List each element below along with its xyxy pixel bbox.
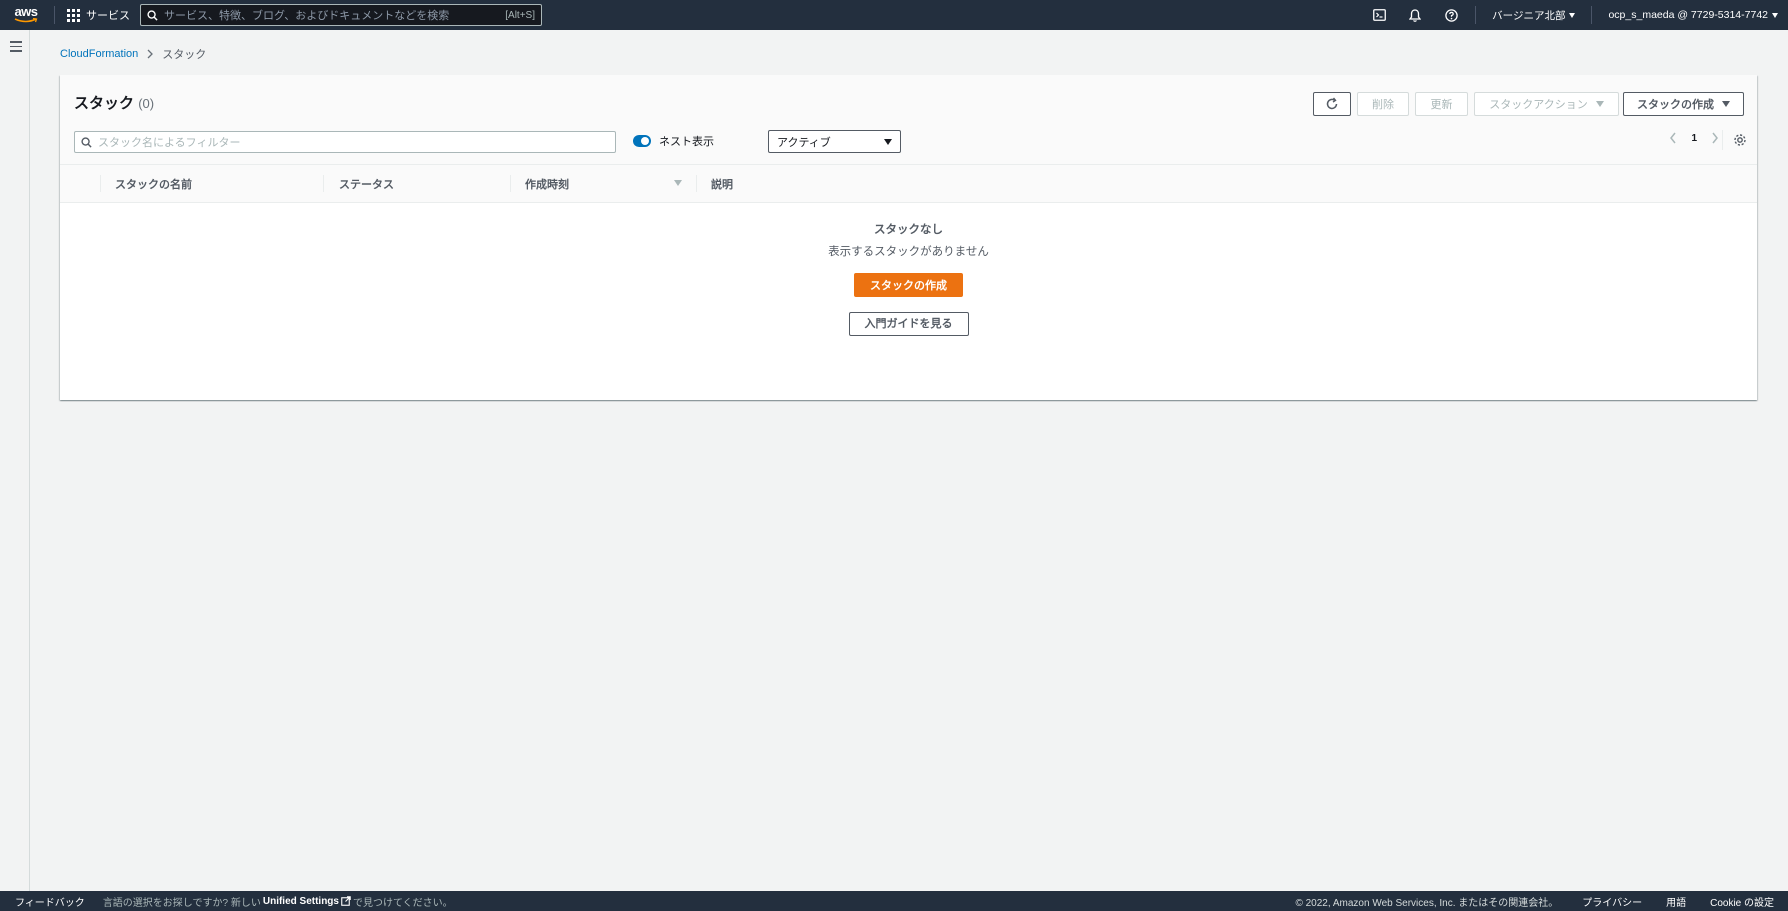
stack-filter-placeholder: スタック名によるフィルター xyxy=(98,137,241,149)
toggle-switch-icon xyxy=(633,135,651,147)
cloudshell-icon xyxy=(1372,9,1386,21)
chevron-right-icon[interactable] xyxy=(1711,132,1719,144)
top-navigation: aws サービス サービス、特徴、ブログ、およびドキュメントなどを検索 [Alt… xyxy=(0,0,1788,30)
column-divider xyxy=(696,175,697,192)
privacy-link[interactable]: プライバシー xyxy=(1582,894,1642,909)
stacks-panel-header: スタック (0) 削除 更新 スタックアクション スタックの作成 スタック名によ… xyxy=(60,75,1757,165)
refresh-button[interactable] xyxy=(1313,92,1351,116)
help-button[interactable] xyxy=(1433,0,1469,30)
notifications-button[interactable] xyxy=(1397,0,1433,30)
footer-right: © 2022, Amazon Web Services, Inc. またはその関… xyxy=(1295,891,1774,911)
column-header-label: 説明 xyxy=(711,179,733,191)
caret-down-icon xyxy=(1722,101,1730,107)
region-label: バージニア北部 xyxy=(1492,9,1566,22)
column-header-label: スタックの名前 xyxy=(115,179,192,191)
nav-divider xyxy=(54,6,55,24)
column-header-stack-name[interactable]: スタックの名前 xyxy=(115,165,192,203)
aws-logo[interactable]: aws xyxy=(4,0,48,30)
pagination: 1 xyxy=(1669,132,1719,144)
search-icon xyxy=(147,9,158,21)
language-settings-notice: 言語の選択をお探しですか? 新しい Unified Settings で見つけて… xyxy=(103,894,453,909)
cloudshell-button[interactable] xyxy=(1361,0,1397,30)
services-label: サービス xyxy=(86,10,130,22)
sort-descending-icon[interactable] xyxy=(674,180,682,186)
global-search-placeholder: サービス、特徴、ブログ、およびドキュメントなどを検索 xyxy=(164,10,450,22)
column-header-label: ステータス xyxy=(339,179,394,191)
page-footer: フィードバック 言語の選択をお探しですか? 新しい Unified Settin… xyxy=(0,891,1788,911)
language-notice-prefix: 言語の選択をお探しですか? 新しい xyxy=(102,897,261,909)
stack-actions-dropdown[interactable]: スタックアクション xyxy=(1474,92,1619,116)
stacks-count: (0) xyxy=(138,96,155,111)
menu-icon[interactable] xyxy=(10,41,22,55)
column-divider xyxy=(510,175,511,192)
caret-down-icon xyxy=(1772,12,1778,18)
delete-button-label: 削除 xyxy=(1372,99,1394,111)
caret-down-icon xyxy=(1569,12,1576,18)
stacks-title: スタック xyxy=(74,95,135,112)
global-search-input[interactable]: サービス、特徴、ブログ、およびドキュメントなどを検索 [Alt+S] xyxy=(140,4,542,26)
empty-state-message: 表示するスタックがありません xyxy=(828,246,989,258)
account-label: ocp_s_maeda @ 7729-5314-7742 xyxy=(1608,9,1768,21)
caret-down-icon xyxy=(884,138,892,145)
chevron-right-icon xyxy=(147,49,154,59)
gear-icon xyxy=(1734,134,1746,146)
stack-filter-input[interactable]: スタック名によるフィルター xyxy=(74,131,616,153)
column-header-label: 作成時刻 xyxy=(525,179,569,191)
nav-divider xyxy=(1591,6,1593,24)
feedback-link[interactable]: フィードバック xyxy=(15,894,85,909)
unified-settings-link[interactable]: Unified Settings xyxy=(263,896,339,907)
apps-grid-icon xyxy=(67,8,80,22)
table-header: スタックの名前 ステータス 作成時刻 説明 xyxy=(60,165,1757,203)
aws-logo-text: aws xyxy=(14,4,38,19)
page-number[interactable]: 1 xyxy=(1691,133,1697,144)
column-divider xyxy=(100,175,101,192)
preferences-button[interactable] xyxy=(1722,130,1747,150)
top-nav-right: バージニア北部 ocp_s_maeda @ 7729-5314-7742 xyxy=(1361,0,1788,30)
delete-button[interactable]: 削除 xyxy=(1357,92,1409,116)
help-icon xyxy=(1444,8,1458,22)
create-stack-label: スタックの作成 xyxy=(1637,99,1714,111)
account-menu[interactable]: ocp_s_maeda @ 7729-5314-7742 xyxy=(1598,0,1788,30)
column-header-created-time[interactable]: 作成時刻 xyxy=(525,165,569,203)
caret-down-icon xyxy=(1595,101,1604,107)
stack-actions-label: スタックアクション xyxy=(1489,99,1588,111)
chevron-left-icon[interactable] xyxy=(1669,132,1677,144)
cookie-preferences-link[interactable]: Cookie の設定 xyxy=(1710,894,1774,909)
nested-view-toggle[interactable]: ネスト表示 xyxy=(633,133,714,149)
column-divider xyxy=(323,175,324,192)
breadcrumb-cloudformation-link[interactable]: CloudFormation xyxy=(60,48,138,60)
nested-view-label: ネスト表示 xyxy=(659,136,714,148)
search-shortcut-hint: [Alt+S] xyxy=(505,9,535,21)
update-button[interactable]: 更新 xyxy=(1415,92,1468,116)
status-filter-select[interactable]: アクティブ xyxy=(768,130,901,153)
terms-link[interactable]: 用語 xyxy=(1666,894,1686,909)
copyright-text: © 2022, Amazon Web Services, Inc. またはその関… xyxy=(1295,897,1559,909)
column-header-status[interactable]: ステータス xyxy=(339,165,394,203)
create-stack-dropdown[interactable]: スタックの作成 xyxy=(1623,92,1744,116)
status-filter-value: アクティブ xyxy=(777,136,831,149)
bell-icon xyxy=(1409,8,1422,22)
services-menu-button[interactable]: サービス xyxy=(61,0,136,30)
region-selector[interactable]: バージニア北部 xyxy=(1482,0,1585,30)
getting-started-guide-button[interactable]: 入門ガイドを見る xyxy=(848,312,969,336)
search-icon xyxy=(81,136,92,148)
side-navigation-rail xyxy=(0,30,30,891)
empty-state: スタックなし 表示するスタックがありません スタックの作成 入門ガイドを見る xyxy=(60,204,1757,336)
create-stack-button[interactable]: スタックの作成 xyxy=(854,273,963,297)
column-header-description[interactable]: 説明 xyxy=(711,165,733,203)
language-notice-suffix: で見つけてください。 xyxy=(352,897,453,909)
stacks-table-panel: スタック (0) 削除 更新 スタックアクション スタックの作成 スタック名によ… xyxy=(60,75,1757,400)
update-button-label: 更新 xyxy=(1430,99,1453,111)
breadcrumb: CloudFormation スタック xyxy=(60,46,206,62)
breadcrumb-current: スタック xyxy=(162,49,207,61)
aws-smile-icon xyxy=(14,18,38,23)
page-title: スタック (0) xyxy=(74,92,154,113)
empty-state-title: スタックなし xyxy=(874,224,943,236)
external-link-icon xyxy=(341,896,351,906)
refresh-icon xyxy=(1326,97,1338,110)
nav-divider xyxy=(1475,6,1477,24)
